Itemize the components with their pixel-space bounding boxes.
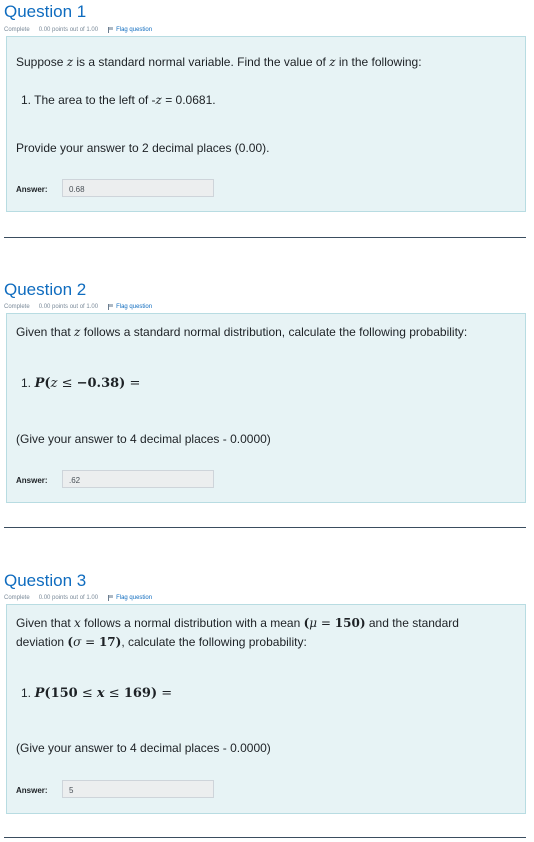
flag-question-link[interactable]: Flag question	[108, 595, 152, 601]
question-note: (Give your answer to 4 decimal places - …	[16, 741, 271, 755]
math-value: 17	[98, 635, 116, 649]
question-text-line-1: Given that x follows a normal distributi…	[16, 616, 459, 630]
math-op: =	[317, 616, 335, 630]
text-fragment: is a standard normal variable. Find the …	[73, 55, 330, 69]
math-value: 150	[334, 616, 360, 630]
text-fragment: Suppose	[16, 55, 67, 69]
question-points: 0.00 points out of 1.00	[38, 595, 99, 601]
text-fragment: follows a normal distribution with a mea…	[80, 616, 304, 630]
math-op: ≤	[104, 686, 124, 701]
text-fragment: Given that	[16, 616, 75, 630]
math-op: =	[81, 635, 99, 649]
flag-question-link[interactable]: Flag question	[108, 27, 152, 33]
math-value: 169	[123, 686, 151, 701]
question-item: 1. The area to the left of -z = 0.0681.	[21, 93, 216, 107]
text-fragment: follows a standard normal distribution, …	[80, 325, 468, 339]
text-fragment: in the following:	[335, 55, 422, 69]
question-text-line-2: deviation (σ = 17), calculate the follow…	[16, 635, 307, 649]
flag-question-link[interactable]: Flag question	[108, 304, 152, 310]
question-info: Complete 0.00 points out of 1.00 Flag qu…	[4, 304, 152, 310]
question-title: Question 3	[4, 571, 87, 590]
answer-input[interactable]: 0.68	[62, 179, 214, 197]
question-title: Question 2	[4, 280, 87, 299]
text-fragment: Given that	[16, 325, 75, 339]
question-points: 0.00 points out of 1.00	[38, 304, 99, 310]
flag-question-label: Flag question	[116, 27, 153, 33]
question-points: 0.00 points out of 1.00	[38, 27, 99, 33]
math-var: μ	[309, 616, 318, 630]
question-separator	[4, 837, 526, 838]
answer-input[interactable]: .62	[62, 470, 214, 488]
math-op: =	[157, 686, 173, 701]
question-separator	[4, 527, 526, 528]
question-note: Provide your answer to 2 decimal places …	[16, 141, 270, 155]
question-status: Complete	[4, 595, 30, 601]
math-prob: P	[34, 376, 45, 391]
math-op: =	[125, 376, 141, 391]
question-text: Suppose z is a standard normal variable.…	[16, 55, 422, 69]
flag-icon	[108, 304, 114, 310]
question-content-box: Given that z follows a standard normal d…	[6, 313, 526, 503]
question-content-box: Suppose z is a standard normal variable.…	[6, 36, 526, 212]
math-var: x	[74, 616, 81, 630]
item-number: 1.	[21, 686, 32, 700]
question-status: Complete	[4, 304, 30, 310]
question-title: Question 1	[4, 2, 87, 21]
math-value: 150	[50, 686, 78, 701]
question-info: Complete 0.00 points out of 1.00 Flag qu…	[4, 595, 152, 601]
answer-input[interactable]: 5	[62, 780, 214, 798]
question-content-box: Given that x follows a normal distributi…	[6, 604, 526, 814]
text-fragment: = 0.0681.	[161, 93, 216, 107]
answer-label: Answer:	[16, 185, 48, 194]
question-note: (Give your answer to 4 decimal places - …	[16, 432, 271, 446]
text-fragment: and the standard	[365, 616, 459, 630]
text-fragment: deviation	[16, 635, 68, 649]
question-separator	[4, 237, 526, 238]
question-item: 1. P(z ≤ −0.38) =	[21, 375, 140, 391]
math-op: ≤	[77, 686, 97, 701]
question-item: 1. P(150 ≤ x ≤ 169) =	[21, 685, 172, 701]
answer-label: Answer:	[16, 476, 48, 485]
flag-icon	[108, 595, 114, 601]
math-op: ≤	[57, 376, 77, 391]
flag-question-label: Flag question	[116, 304, 153, 310]
flag-icon	[108, 27, 114, 33]
question-text: Given that z follows a standard normal d…	[16, 325, 467, 339]
question-status: Complete	[4, 27, 30, 33]
answer-label: Answer:	[16, 786, 48, 795]
text-fragment: 1. The area to the left of -	[21, 93, 156, 107]
question-info: Complete 0.00 points out of 1.00 Flag qu…	[4, 27, 152, 33]
item-number: 1.	[21, 376, 32, 390]
math-prob: P	[34, 686, 45, 701]
flag-question-label: Flag question	[116, 595, 153, 601]
text-fragment: , calculate the following probability:	[121, 635, 307, 649]
math-value: −0.38	[76, 376, 120, 391]
math-var: x	[96, 686, 105, 701]
